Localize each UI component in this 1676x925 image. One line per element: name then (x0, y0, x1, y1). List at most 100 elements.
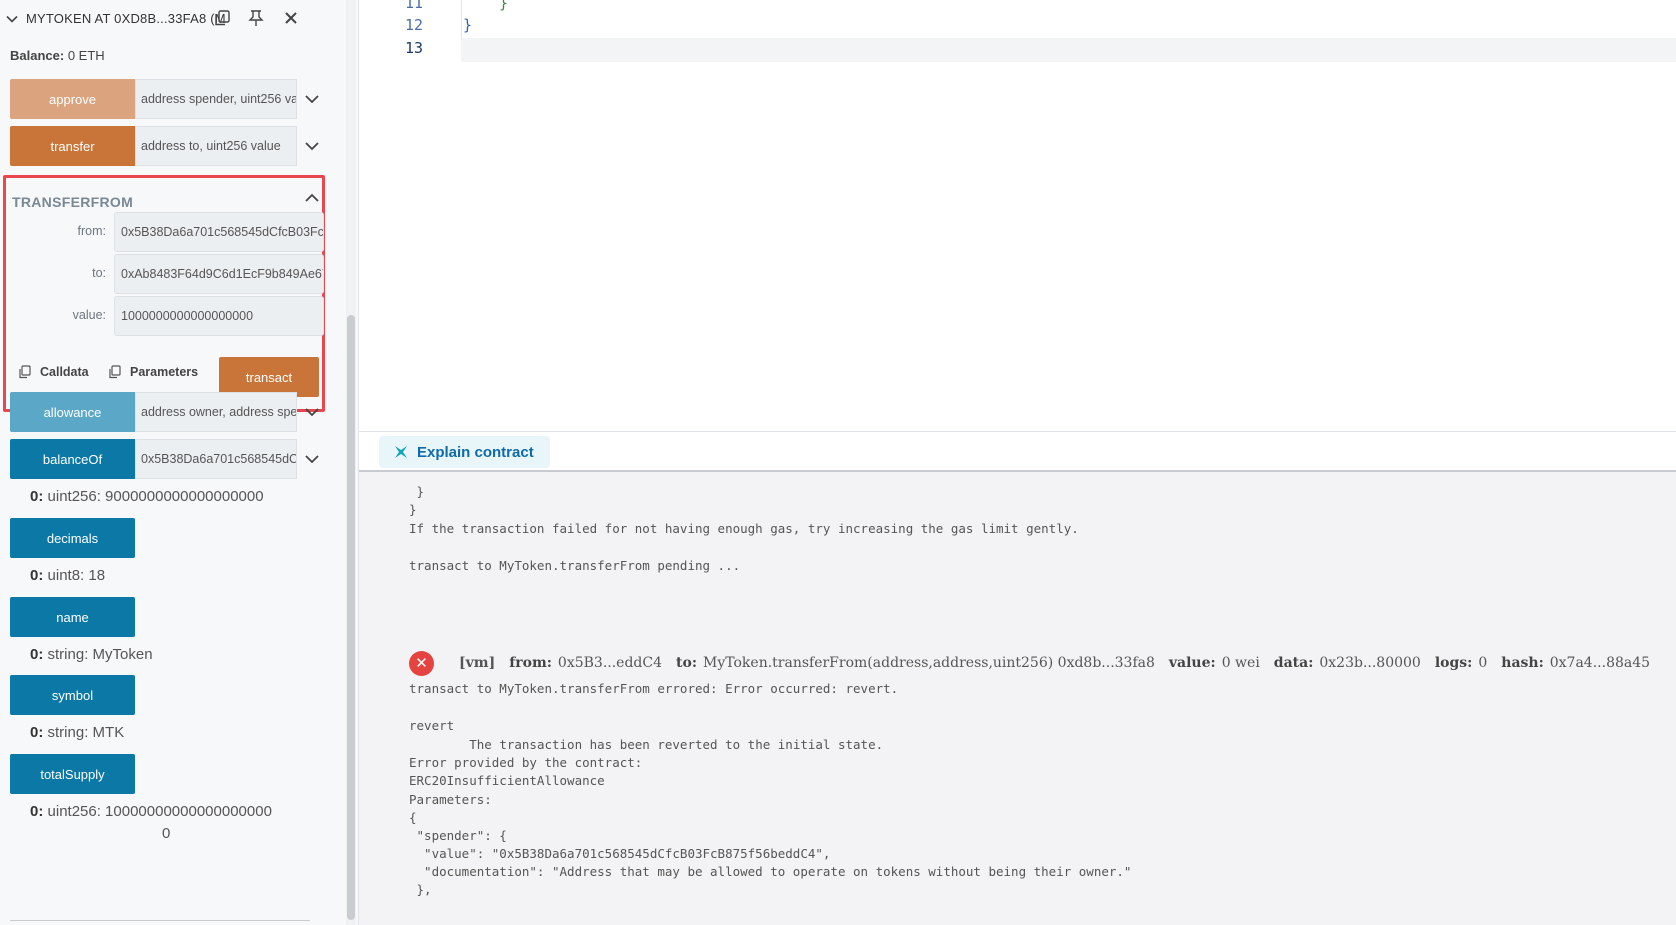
calldata-copy-button[interactable]: Calldata (18, 365, 89, 379)
tx-to-label: to: (676, 655, 697, 671)
contract-balance: Balance: 0 ETH (10, 48, 105, 63)
tx-from-label: from: (509, 655, 552, 671)
pin-icon[interactable] (245, 7, 267, 29)
output-index: 0: (30, 803, 44, 820)
allowance-button[interactable]: allowance (10, 392, 135, 432)
chevron-down-icon[interactable] (304, 404, 320, 420)
from-input[interactable]: 0x5B38Da6a701c568545dCfcB03FcB875f56bedd… (114, 212, 324, 252)
transact-button[interactable]: transact (219, 357, 319, 397)
line-number: 11 (404, 0, 423, 12)
output-index: 0: (30, 646, 44, 663)
to-label: to: (92, 266, 106, 280)
approve-button[interactable]: approve (10, 79, 135, 119)
deployed-contract-panel: MYTOKEN AT 0XD8B...33FA8 (M Balance: 0 E… (0, 0, 328, 925)
allowance-function-row: allowance address owner, address spe (10, 392, 320, 432)
contract-header: MYTOKEN AT 0XD8B...33FA8 (M (0, 0, 328, 38)
tx-value: 0 wei (1221, 655, 1260, 671)
symbol-button[interactable]: symbol (10, 675, 135, 715)
output-value: uint256: 9000000000000000000 (47, 488, 264, 505)
tx-logs: 0 (1478, 655, 1488, 671)
explain-contract-label: Explain contract (417, 443, 534, 461)
output-index: 0: (30, 488, 44, 505)
chevron-up-icon[interactable] (304, 190, 320, 206)
log-line: ERC20InsufficientAllowance (409, 773, 605, 788)
value-input[interactable]: 1000000000000000000 (114, 296, 324, 336)
left-panel-scrollbar[interactable] (346, 0, 356, 925)
scrollbar-thumb[interactable] (347, 315, 355, 920)
balanceof-function-row: balanceOf 0x5B38Da6a701c568545dC (10, 439, 320, 479)
terminal-panel: Explain contract } } If the transaction … (359, 432, 1676, 925)
log-line: }, (409, 882, 432, 897)
from-label: from: (77, 224, 106, 238)
totalsupply-button[interactable]: totalSupply (10, 754, 135, 794)
current-line-highlight (461, 38, 1676, 62)
balanceof-args-input[interactable]: 0x5B38Da6a701c568545dC (135, 439, 297, 479)
decimals-output: 0: uint8: 18 (30, 567, 105, 584)
tx-logs-label: logs: (1434, 655, 1473, 671)
output-value: uint256: 10000000000000000000 (47, 803, 272, 820)
transferfrom-expanded-panel: TRANSFERFROM from: 0x5B38Da6a701c568545d… (3, 175, 325, 412)
close-icon[interactable] (280, 7, 302, 29)
divider (10, 920, 310, 921)
copy-icon (19, 365, 31, 379)
calldata-label: Calldata (40, 365, 89, 379)
log-line: { (409, 810, 417, 825)
explain-contract-button[interactable]: Explain contract (379, 436, 550, 468)
copy-icon (109, 365, 121, 379)
chevron-down-icon[interactable] (304, 138, 320, 154)
tx-data-label: data: (1273, 655, 1314, 671)
approve-args-input[interactable]: address spender, uint256 va (135, 79, 297, 119)
output-value: string: MyToken (47, 646, 153, 663)
tx-from: 0x5B3...eddC4 (557, 655, 663, 671)
transfer-args-input[interactable]: address to, uint256 value (135, 126, 297, 166)
output-index: 0: (30, 724, 44, 741)
tx-data: 0x23b...80000 (1319, 655, 1421, 671)
value-label: value: (72, 308, 106, 322)
chevron-down-icon[interactable] (6, 13, 18, 25)
chevron-down-icon[interactable] (304, 451, 320, 467)
log-line: revert (409, 718, 455, 733)
copy-icon[interactable] (211, 7, 233, 29)
transfer-button[interactable]: transfer (10, 126, 135, 166)
tx-to: MyToken.transferFrom(address,address,uin… (703, 655, 1155, 671)
log-line: transact to MyToken.transferFrom pending… (409, 558, 741, 573)
to-input[interactable]: 0xAb8483F64d9C6d1EcF9b849Ae677dD3315835c… (114, 254, 324, 294)
log-line: "value": "0x5B38Da6a701c568545dCfcB03FcB… (409, 846, 831, 861)
transfer-function-row: transfer address to, uint256 value (10, 126, 320, 166)
log-line: If the transaction failed for not having… (409, 521, 1079, 536)
output-value: uint8: 18 (47, 567, 106, 584)
totalsupply-output-wrap: 0 (162, 825, 171, 842)
ai-sparkle-icon (395, 446, 407, 458)
log-line: transact to MyToken.transferFrom errored… (409, 681, 899, 696)
error-icon: ✕ (409, 650, 434, 676)
parameters-label: Parameters (130, 365, 199, 379)
balance-label: Balance: (10, 48, 65, 63)
terminal-tab-bar: Explain contract (359, 432, 1676, 472)
tx-tag: [vm] (459, 655, 496, 671)
code-line[interactable]: } (499, 0, 508, 12)
tx-value-label: value: (1168, 655, 1216, 671)
balanceof-button[interactable]: balanceOf (10, 439, 135, 479)
code-line[interactable]: } (463, 16, 472, 34)
line-number: 13 (404, 39, 423, 57)
transferfrom-title: TRANSFERFROM (12, 194, 134, 210)
output-value: string: MTK (47, 724, 125, 741)
line-number: 12 (404, 16, 423, 34)
chevron-down-icon[interactable] (304, 91, 320, 107)
totalsupply-output: 0: uint256: 10000000000000000000 (30, 803, 272, 820)
code-editor[interactable]: 11 } 12 } 13 (359, 0, 1676, 432)
allowance-args-input[interactable]: address owner, address spe (135, 392, 297, 432)
approve-function-row: approve address spender, uint256 va (10, 79, 320, 119)
log-line: Parameters: (409, 792, 492, 807)
tx-hash-label: hash: (1501, 655, 1544, 671)
tx-hash: 0x7a4...88a45 (1549, 655, 1651, 671)
indent-guide (461, 0, 462, 40)
decimals-button[interactable]: decimals (10, 518, 135, 558)
log-line: Error provided by the contract: (409, 755, 643, 770)
transaction-log-entry[interactable]: ✕ [vm] from: 0x5B3...eddC4 to: MyToken.tra… (409, 650, 1664, 676)
parameters-copy-button[interactable]: Parameters (108, 365, 198, 379)
log-line: } (409, 502, 417, 517)
name-button[interactable]: name (10, 597, 135, 637)
name-output: 0: string: MyToken (30, 646, 153, 663)
log-line: } (409, 484, 425, 499)
